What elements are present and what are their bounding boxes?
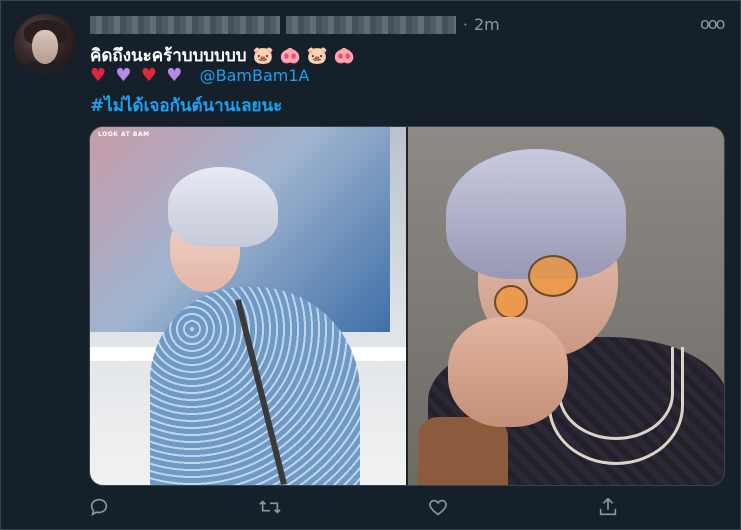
media-photo-left[interactable]: LOOK AT BAM [90, 127, 406, 485]
brown-sleeve [418, 417, 508, 485]
denim-jacket [150, 287, 360, 485]
sunglasses-lens [528, 255, 578, 297]
retweet-icon [259, 500, 281, 514]
like-button[interactable] [427, 496, 449, 518]
avatar[interactable] [14, 14, 76, 76]
red-heart-emoji: ♥ [140, 65, 157, 86]
pig-nose-emoji: 🐽 [333, 46, 355, 66]
pig-face-emoji: 🐷 [252, 46, 274, 66]
display-name-redacted[interactable] [90, 16, 280, 34]
reply-icon [90, 498, 108, 517]
share-icon [599, 497, 617, 516]
more-options-icon[interactable]: ooo [700, 14, 725, 33]
pig-nose-emoji: 🐽 [279, 46, 301, 66]
hashtag-link[interactable]: #ไม่ได้เจอกันต์นานเลยนะ [90, 92, 282, 119]
purple-heart-emoji: ♥ [166, 65, 183, 86]
heart-icon [429, 499, 447, 516]
tweet-timestamp[interactable]: 2m [474, 15, 500, 34]
hand-on-chin [448, 317, 568, 427]
sunglasses-lens [494, 285, 528, 319]
tweet-hearts-line: ♥ ♥ ♥ ♥ @BamBam1A [90, 66, 309, 86]
necklace-chain [548, 347, 684, 465]
share-button[interactable] [597, 496, 619, 518]
retweet-button[interactable] [258, 496, 282, 518]
reply-button[interactable] [88, 496, 110, 518]
separator-dot: · [463, 16, 468, 34]
tweet-text: คิดถึงนะคร้าบบบบบบ [90, 46, 247, 66]
photo-watermark: LOOK AT BAM [98, 131, 150, 138]
username-redacted[interactable] [286, 16, 456, 34]
mention-link[interactable]: @BamBam1A [200, 66, 310, 85]
media-grid: LOOK AT BAM [89, 126, 725, 486]
media-photo-right[interactable] [408, 127, 724, 485]
pig-face-emoji: 🐷 [306, 46, 328, 66]
avatar-face [32, 30, 58, 64]
red-heart-emoji: ♥ [90, 65, 107, 86]
silver-hair [168, 167, 278, 247]
purple-heart-emoji: ♥ [115, 65, 132, 86]
